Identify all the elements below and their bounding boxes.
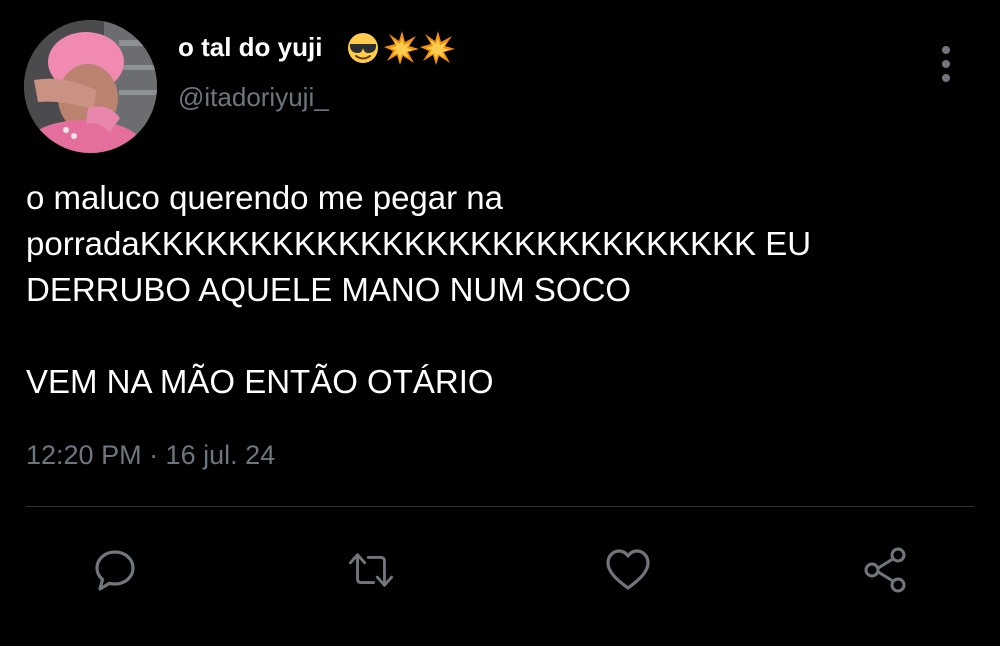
avatar[interactable] (24, 20, 157, 153)
reply-button[interactable] (89, 544, 141, 596)
share-button[interactable] (860, 544, 912, 596)
name-emoji-group (348, 31, 455, 65)
sunglasses-emoji (348, 33, 378, 63)
tweet-text-line: DERRUBO AQUELE MANO NUM SOCO (26, 271, 632, 308)
user-handle[interactable]: @itadoriyuji_ (178, 82, 329, 113)
divider (26, 506, 974, 507)
tweet-card: o tal do yuji @itadoriyuji_ o maluco que… (0, 0, 1000, 646)
dot (942, 46, 950, 54)
avatar-image (24, 20, 157, 153)
dot (942, 74, 950, 82)
like-button[interactable] (602, 544, 654, 596)
collision-emoji (384, 31, 419, 65)
retweet-icon (348, 553, 394, 587)
tweet-text-line: VEM NA MÃO ENTÃO OTÁRIO (26, 363, 494, 400)
display-name[interactable]: o tal do yuji (178, 32, 322, 63)
tweet-text-line: o maluco querendo me pegar na (26, 179, 503, 216)
tweet-text: o maluco querendo me pegar na porradaKKK… (26, 175, 986, 405)
tweet-timestamp[interactable]: 12:20 PM · 16 jul. 24 (26, 440, 275, 471)
retweet-button[interactable] (345, 544, 397, 596)
share-icon (864, 547, 906, 593)
like-icon (606, 549, 650, 590)
reply-icon (95, 550, 135, 591)
collision-emoji (420, 31, 455, 65)
dot (942, 60, 950, 68)
tweet-text-line: porradaKKKKKKKKKKKKKKKKKKKKKKKKKKKK EU (26, 225, 812, 262)
more-options-icon[interactable] (930, 44, 962, 84)
